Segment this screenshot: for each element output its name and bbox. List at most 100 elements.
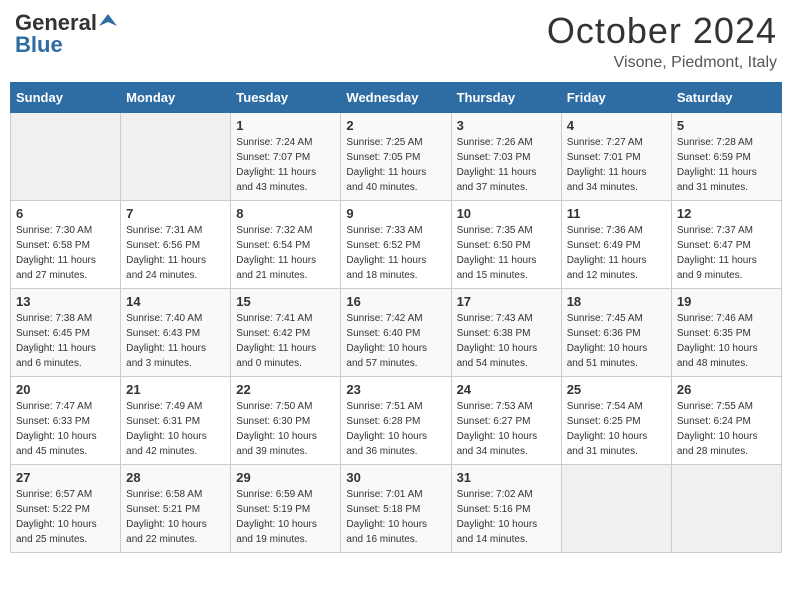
calendar-cell: 14 Sunrise: 7:40 AMSunset: 6:43 PMDayligh… <box>121 289 231 377</box>
calendar-week-row: 27 Sunrise: 6:57 AMSunset: 5:22 PMDayligh… <box>11 465 782 553</box>
day-info: Sunrise: 6:58 AMSunset: 5:21 PMDaylight:… <box>126 487 225 547</box>
calendar-cell: 1Sunrise: 7:24 AMSunset: 7:07 PMDaylight… <box>231 113 341 201</box>
col-header-friday: Friday <box>561 83 671 113</box>
day-info: Sunrise: 7:35 AMSunset: 6:50 PMDaylight:… <box>457 223 556 283</box>
calendar-cell: 30 Sunrise: 7:01 AMSunset: 5:18 PMDayligh… <box>341 465 451 553</box>
calendar-cell: 19Sunrise: 7:46 AMSunset: 6:35 PMDayligh… <box>671 289 781 377</box>
col-header-wednesday: Wednesday <box>341 83 451 113</box>
day-info: Sunrise: 7:38 AMSunset: 6:45 PMDaylight:… <box>16 311 115 371</box>
calendar-cell: 29 Sunrise: 6:59 AMSunset: 5:19 PMDayligh… <box>231 465 341 553</box>
calendar-week-row: 1Sunrise: 7:24 AMSunset: 7:07 PMDaylight… <box>11 113 782 201</box>
day-info: Sunrise: 7:26 AMSunset: 7:03 PMDaylight:… <box>457 135 556 195</box>
calendar-cell: 26 Sunrise: 7:55 AMSunset: 6:24 PMDayligh… <box>671 377 781 465</box>
day-number: 10 <box>457 206 556 221</box>
day-info: Sunrise: 7:01 AMSunset: 5:18 PMDaylight:… <box>346 487 445 547</box>
calendar-cell: 4 Sunrise: 7:27 AMSunset: 7:01 PMDaylight… <box>561 113 671 201</box>
col-header-thursday: Thursday <box>451 83 561 113</box>
day-info: Sunrise: 7:33 AMSunset: 6:52 PMDaylight:… <box>346 223 445 283</box>
calendar-cell: 20 Sunrise: 7:47 AMSunset: 6:33 PMDayligh… <box>11 377 121 465</box>
day-info: Sunrise: 7:31 AMSunset: 6:56 PMDaylight:… <box>126 223 225 283</box>
day-info: Sunrise: 7:30 AMSunset: 6:58 PMDaylight:… <box>16 223 115 283</box>
day-info: Sunrise: 7:46 AMSunset: 6:35 PMDaylight:… <box>677 311 776 371</box>
calendar-cell: 16Sunrise: 7:42 AMSunset: 6:40 PMDayligh… <box>341 289 451 377</box>
calendar-cell: 7 Sunrise: 7:31 AMSunset: 6:56 PMDaylight… <box>121 201 231 289</box>
day-number: 21 <box>126 382 225 397</box>
day-info: Sunrise: 6:59 AMSunset: 5:19 PMDaylight:… <box>236 487 335 547</box>
col-header-monday: Monday <box>121 83 231 113</box>
calendar-cell: 28 Sunrise: 6:58 AMSunset: 5:21 PMDayligh… <box>121 465 231 553</box>
calendar-cell: 2 Sunrise: 7:25 AMSunset: 7:05 PMDaylight… <box>341 113 451 201</box>
calendar-cell: 25 Sunrise: 7:54 AMSunset: 6:25 PMDayligh… <box>561 377 671 465</box>
day-info: Sunrise: 7:32 AMSunset: 6:54 PMDaylight:… <box>236 223 335 283</box>
day-info: Sunrise: 7:37 AMSunset: 6:47 PMDaylight:… <box>677 223 776 283</box>
day-number: 16 <box>346 294 445 309</box>
day-number: 5 <box>677 118 776 133</box>
day-number: 27 <box>16 470 115 485</box>
day-number: 30 <box>346 470 445 485</box>
day-info: Sunrise: 7:27 AMSunset: 7:01 PMDaylight:… <box>567 135 666 195</box>
day-number: 11 <box>567 206 666 221</box>
day-info: Sunrise: 7:45 AMSunset: 6:36 PMDaylight:… <box>567 311 666 371</box>
calendar-cell <box>121 113 231 201</box>
day-info: Sunrise: 7:49 AMSunset: 6:31 PMDaylight:… <box>126 399 225 459</box>
day-info: Sunrise: 7:50 AMSunset: 6:30 PMDaylight:… <box>236 399 335 459</box>
day-number: 15 <box>236 294 335 309</box>
calendar-cell: 23 Sunrise: 7:51 AMSunset: 6:28 PMDayligh… <box>341 377 451 465</box>
day-info: Sunrise: 7:55 AMSunset: 6:24 PMDaylight:… <box>677 399 776 459</box>
day-number: 18 <box>567 294 666 309</box>
logo-blue-text: Blue <box>15 32 63 58</box>
day-number: 22 <box>236 382 335 397</box>
day-number: 2 <box>346 118 445 133</box>
day-number: 26 <box>677 382 776 397</box>
day-number: 23 <box>346 382 445 397</box>
day-number: 29 <box>236 470 335 485</box>
calendar-cell <box>11 113 121 201</box>
title-block: October 2024 Visone, Piedmont, Italy <box>547 10 777 72</box>
calendar-week-row: 13Sunrise: 7:38 AMSunset: 6:45 PMDayligh… <box>11 289 782 377</box>
col-header-saturday: Saturday <box>671 83 781 113</box>
day-info: Sunrise: 7:36 AMSunset: 6:49 PMDaylight:… <box>567 223 666 283</box>
logo-bird-icon <box>99 12 117 30</box>
col-header-sunday: Sunday <box>11 83 121 113</box>
calendar-cell <box>561 465 671 553</box>
day-number: 7 <box>126 206 225 221</box>
day-info: Sunrise: 7:47 AMSunset: 6:33 PMDaylight:… <box>16 399 115 459</box>
calendar-cell: 15 Sunrise: 7:41 AMSunset: 6:42 PMDayligh… <box>231 289 341 377</box>
day-number: 20 <box>16 382 115 397</box>
calendar-cell: 17Sunrise: 7:43 AMSunset: 6:38 PMDayligh… <box>451 289 561 377</box>
day-number: 25 <box>567 382 666 397</box>
calendar-cell: 13Sunrise: 7:38 AMSunset: 6:45 PMDayligh… <box>11 289 121 377</box>
day-number: 14 <box>126 294 225 309</box>
day-info: Sunrise: 7:41 AMSunset: 6:42 PMDaylight:… <box>236 311 335 371</box>
day-number: 31 <box>457 470 556 485</box>
calendar-cell: 9 Sunrise: 7:33 AMSunset: 6:52 PMDaylight… <box>341 201 451 289</box>
day-number: 4 <box>567 118 666 133</box>
day-number: 12 <box>677 206 776 221</box>
day-number: 9 <box>346 206 445 221</box>
day-number: 3 <box>457 118 556 133</box>
calendar-cell: 10 Sunrise: 7:35 AMSunset: 6:50 PMDayligh… <box>451 201 561 289</box>
day-info: Sunrise: 7:51 AMSunset: 6:28 PMDaylight:… <box>346 399 445 459</box>
day-number: 6 <box>16 206 115 221</box>
calendar-cell: 21 Sunrise: 7:49 AMSunset: 6:31 PMDayligh… <box>121 377 231 465</box>
logo: General Blue <box>15 10 117 58</box>
day-info: Sunrise: 7:28 AMSunset: 6:59 PMDaylight:… <box>677 135 776 195</box>
calendar-cell: 3 Sunrise: 7:26 AMSunset: 7:03 PMDaylight… <box>451 113 561 201</box>
day-info: Sunrise: 7:02 AMSunset: 5:16 PMDaylight:… <box>457 487 556 547</box>
calendar-week-row: 20 Sunrise: 7:47 AMSunset: 6:33 PMDayligh… <box>11 377 782 465</box>
col-header-tuesday: Tuesday <box>231 83 341 113</box>
month-title: October 2024 <box>547 10 777 52</box>
calendar-cell: 18 Sunrise: 7:45 AMSunset: 6:36 PMDayligh… <box>561 289 671 377</box>
calendar-cell: 11 Sunrise: 7:36 AMSunset: 6:49 PMDayligh… <box>561 201 671 289</box>
day-number: 24 <box>457 382 556 397</box>
calendar-cell: 12 Sunrise: 7:37 AMSunset: 6:47 PMDayligh… <box>671 201 781 289</box>
day-info: Sunrise: 7:54 AMSunset: 6:25 PMDaylight:… <box>567 399 666 459</box>
day-info: Sunrise: 7:40 AMSunset: 6:43 PMDaylight:… <box>126 311 225 371</box>
day-info: Sunrise: 7:25 AMSunset: 7:05 PMDaylight:… <box>346 135 445 195</box>
calendar-cell: 5 Sunrise: 7:28 AMSunset: 6:59 PMDaylight… <box>671 113 781 201</box>
calendar-cell: 24Sunrise: 7:53 AMSunset: 6:27 PMDayligh… <box>451 377 561 465</box>
calendar-header-row: SundayMondayTuesdayWednesdayThursdayFrid… <box>11 83 782 113</box>
day-number: 28 <box>126 470 225 485</box>
day-info: Sunrise: 7:24 AMSunset: 7:07 PMDaylight:… <box>236 135 335 195</box>
day-info: Sunrise: 6:57 AMSunset: 5:22 PMDaylight:… <box>16 487 115 547</box>
